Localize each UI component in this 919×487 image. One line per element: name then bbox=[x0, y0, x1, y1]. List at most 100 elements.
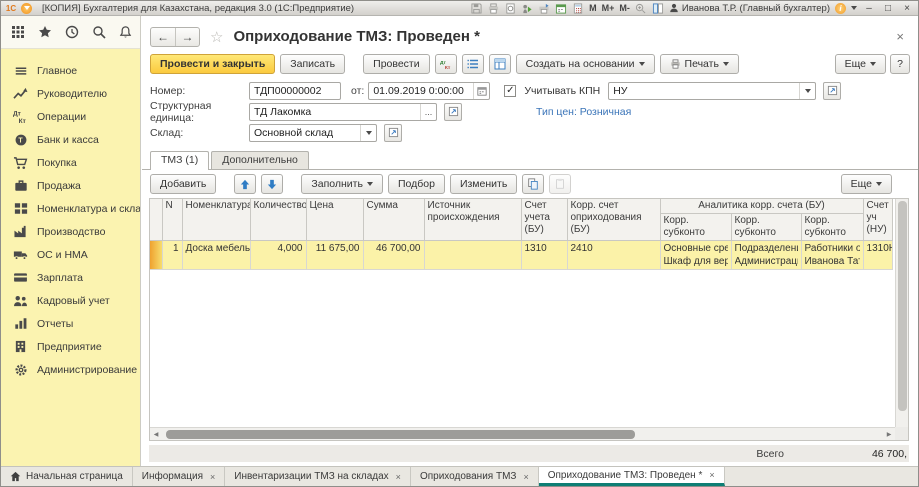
horizontal-scrollbar[interactable]: ◀ ▶ bbox=[150, 427, 895, 440]
column-header-sum[interactable]: Сумма bbox=[363, 199, 424, 241]
show-postings-button[interactable]: ДтКт bbox=[435, 54, 457, 74]
column-header-corr-sub2[interactable]: Корр. субконто bbox=[731, 214, 801, 241]
column-header-analytics-group[interactable]: Аналитика корр. счета (БУ) bbox=[660, 199, 863, 214]
tab-tmz[interactable]: ТМЗ (1) bbox=[150, 151, 209, 170]
kpn-dropdown-button[interactable] bbox=[799, 83, 815, 99]
tab-close-icon[interactable]: × bbox=[210, 472, 215, 482]
warehouse-combo[interactable] bbox=[249, 124, 377, 142]
register-records-button[interactable] bbox=[462, 54, 484, 74]
sidebar-item-zarplata[interactable]: Зарплата bbox=[1, 266, 140, 289]
calculator-icon[interactable] bbox=[572, 3, 584, 14]
cell-origin[interactable] bbox=[424, 241, 521, 270]
number-field[interactable] bbox=[249, 82, 341, 100]
menu-grid-icon[interactable] bbox=[11, 25, 25, 39]
column-header-nomenclature[interactable]: Номенклатура bbox=[182, 199, 250, 241]
column-header-corr-sub3[interactable]: Корр. субконто bbox=[801, 214, 863, 241]
write-button[interactable]: Записать bbox=[280, 54, 345, 74]
sidebar-item-nomenklatura-i-sklad[interactable]: Номенклатура и склад bbox=[1, 197, 140, 220]
warehouse-open-button[interactable] bbox=[384, 124, 402, 142]
vertical-scrollbar[interactable] bbox=[895, 199, 908, 427]
kpn-checkbox[interactable]: ✓ bbox=[504, 85, 516, 97]
tab-oprihodovanie-tmz-proveden[interactable]: Оприходование ТМЗ: Проведен *× bbox=[539, 467, 725, 486]
sidebar-item-bank-i-kassa[interactable]: ТБанк и касса bbox=[1, 128, 140, 151]
column-header-corr-account[interactable]: Корр. счет оприходования (БУ) bbox=[567, 199, 660, 241]
info-icon[interactable]: i bbox=[835, 3, 846, 14]
tab-close-icon[interactable]: × bbox=[396, 472, 401, 482]
tab-close-icon[interactable]: × bbox=[523, 472, 528, 482]
pick-button[interactable]: Подбор bbox=[388, 174, 445, 194]
horizontal-scroll-thumb[interactable] bbox=[166, 430, 635, 439]
sidebar-item-otchety[interactable]: Отчеты bbox=[1, 312, 140, 335]
table-row[interactable]: 1 Доска мебельная 4,000 11 675,00 46 700… bbox=[150, 241, 892, 270]
move-row-down-button[interactable] bbox=[261, 174, 283, 194]
calendar-icon[interactable] bbox=[555, 3, 567, 14]
calendar-picker-button[interactable] bbox=[473, 83, 489, 99]
send-icon[interactable] bbox=[521, 3, 533, 14]
tab-close-icon[interactable]: × bbox=[709, 470, 714, 480]
print-settings-icon[interactable] bbox=[538, 3, 550, 14]
cell-nomenclature[interactable]: Доска мебельная bbox=[182, 241, 250, 270]
document-close-button[interactable]: × bbox=[892, 29, 908, 44]
split-view-icon[interactable] bbox=[652, 3, 664, 14]
column-header-n[interactable]: N bbox=[162, 199, 182, 241]
tab-informaciya[interactable]: Информация× bbox=[133, 467, 226, 486]
print-menu-button[interactable]: Печать bbox=[660, 54, 739, 74]
tab-dopolnitelno[interactable]: Дополнительно bbox=[211, 151, 309, 169]
sidebar-item-glavnoe[interactable]: Главное bbox=[1, 59, 140, 82]
kpn-open-button[interactable] bbox=[823, 82, 841, 100]
column-header-quantity[interactable]: Количество bbox=[250, 199, 306, 241]
document-structure-button[interactable] bbox=[489, 54, 511, 74]
more-button[interactable]: Еще bbox=[835, 54, 886, 74]
tab-inventarizacii-tmz[interactable]: Инвентаризации ТМЗ на складах× bbox=[225, 467, 411, 486]
print-icon[interactable] bbox=[487, 3, 499, 14]
cell-account-bu[interactable]: 1310 bbox=[521, 241, 567, 270]
sidebar-item-kadrovyj-uchet[interactable]: Кадровый учет bbox=[1, 289, 140, 312]
tab-oprihodovaniya-tmz[interactable]: Оприходования ТМЗ× bbox=[411, 467, 539, 486]
copy-rows-button[interactable] bbox=[522, 174, 544, 194]
date-field[interactable] bbox=[368, 82, 490, 100]
titlebar-chevron-icon[interactable] bbox=[851, 6, 857, 10]
vertical-scroll-thumb[interactable] bbox=[898, 201, 907, 411]
search-icon[interactable] bbox=[92, 25, 106, 39]
fill-button[interactable]: Заполнить bbox=[301, 174, 383, 194]
cell-corr-sub1[interactable]: Основные средс...Шкаф для верхн... bbox=[660, 241, 731, 270]
current-user[interactable]: Иванова Т.Р. (Главный бухгалтер) bbox=[669, 3, 830, 14]
price-type-link[interactable]: Розничная bbox=[580, 106, 632, 118]
column-header-corr-sub1[interactable]: Корр. субконто bbox=[660, 214, 731, 241]
unit-input[interactable] bbox=[250, 104, 420, 120]
edit-button[interactable]: Изменить bbox=[450, 174, 517, 194]
memory-mplus-button[interactable]: M+ bbox=[602, 3, 615, 13]
sidebar-item-pokupka[interactable]: Покупка bbox=[1, 151, 140, 174]
move-row-up-button[interactable] bbox=[234, 174, 256, 194]
cell-corr-account[interactable]: 2410 bbox=[567, 241, 660, 270]
maximize-button[interactable]: □ bbox=[881, 3, 895, 14]
column-header-account-nu[interactable]: Счет уч (НУ) bbox=[863, 199, 892, 241]
column-header-account-bu[interactable]: Счет учета (БУ) bbox=[521, 199, 567, 241]
save-icon[interactable] bbox=[470, 3, 482, 14]
main-menu-button[interactable] bbox=[21, 3, 32, 14]
memory-m-button[interactable]: M bbox=[589, 3, 597, 13]
sidebar-item-administrirovanie[interactable]: Администрирование bbox=[1, 358, 140, 381]
paste-rows-button[interactable] bbox=[549, 174, 571, 194]
unit-open-button[interactable] bbox=[444, 103, 462, 121]
number-input[interactable] bbox=[250, 83, 340, 99]
cell-account-nu[interactable]: 1310Н bbox=[863, 241, 892, 270]
kpn-combo[interactable] bbox=[608, 82, 816, 100]
column-header-origin[interactable]: Источник происхождения bbox=[424, 199, 521, 241]
sidebar-item-prodazha[interactable]: Продажа bbox=[1, 174, 140, 197]
sidebar-item-os-i-nma[interactable]: ОС и НМА bbox=[1, 243, 140, 266]
favorite-star-icon[interactable]: ☆ bbox=[210, 28, 223, 46]
cell-quantity[interactable]: 4,000 bbox=[250, 241, 306, 270]
close-button[interactable]: × bbox=[900, 3, 914, 14]
zoom-icon[interactable] bbox=[635, 3, 647, 14]
history-icon[interactable] bbox=[65, 25, 79, 39]
kpn-input[interactable] bbox=[609, 83, 799, 99]
column-header-price[interactable]: Цена bbox=[306, 199, 363, 241]
tab-home[interactable]: Начальная страница bbox=[1, 467, 133, 486]
minimize-button[interactable]: – bbox=[862, 3, 876, 14]
unit-select-button[interactable]: ... bbox=[420, 104, 436, 120]
column-header-marker[interactable] bbox=[150, 199, 162, 241]
add-row-button[interactable]: Добавить bbox=[150, 174, 216, 194]
create-based-on-button[interactable]: Создать на основании bbox=[516, 54, 655, 74]
sidebar-item-rukovoditelyu[interactable]: Руководителю bbox=[1, 82, 140, 105]
